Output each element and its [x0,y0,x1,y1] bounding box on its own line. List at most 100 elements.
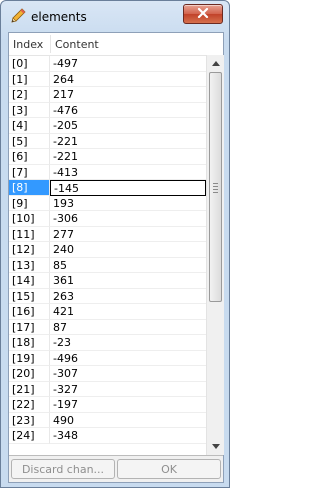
table-row[interactable]: [17] 87 [9,319,206,335]
row-value-cell[interactable]: 277 [50,227,206,242]
row-value-cell[interactable]: -307 [50,366,206,382]
table-row[interactable]: [12] 240 [9,242,206,258]
table-row[interactable]: [6] -221 [9,149,206,165]
row-index-cell[interactable]: [8] [9,180,50,196]
row-index-cell[interactable]: [7] [9,164,50,180]
chevron-up-icon [211,59,220,68]
row-index-cell[interactable]: [17] [9,319,50,335]
thumb-grip [213,186,218,187]
row-index-cell[interactable]: [24] [9,428,50,444]
row-index-cell[interactable]: [0] [9,56,50,72]
row-index-cell[interactable]: [13] [9,257,50,273]
window-title: elements [31,10,87,24]
row-index-cell[interactable]: [12] [9,242,50,258]
thumb-grip [213,192,218,193]
table-row[interactable]: [14] 361 [9,273,206,289]
row-index-cell[interactable]: [15] [9,288,50,304]
table-body: [0] -497 [1] 264 [2] 217 [3] -476 [4] -205 [5] -221… [9,56,206,444]
row-value-cell[interactable]: 217 [50,87,206,103]
table-row[interactable]: [3] -476 [9,102,206,118]
table-row[interactable]: [9] 193 [9,195,206,211]
table-row[interactable]: [11] 277 [9,226,206,242]
row-index-cell[interactable]: [23] [9,412,50,428]
row-index-cell[interactable]: [18] [9,335,50,351]
table-row[interactable]: [4] -205 [9,118,206,134]
row-index-cell[interactable]: [19] [9,350,50,366]
row-index-cell[interactable]: [21] [9,381,50,397]
column-separator[interactable] [50,35,51,53]
table-row[interactable]: [16] 421 [9,304,206,320]
row-value-cell[interactable]: -205 [50,118,206,134]
row-value-cell[interactable]: -497 [50,56,206,72]
row-value-cell[interactable]: -23 [50,335,206,351]
table-row[interactable]: [1] 264 [9,71,206,87]
row-index-cell[interactable]: [16] [9,304,50,320]
pencil-icon [9,7,27,25]
table-row[interactable]: [10] -306 [9,211,206,227]
table-row[interactable]: [8] -145 [9,180,206,196]
table-row[interactable]: [18] -23 [9,335,206,351]
column-header-index[interactable]: Index [13,33,43,55]
thumb-grip [213,189,218,190]
table-row[interactable]: [23] 490 [9,412,206,428]
table-row[interactable]: [2] 217 [9,87,206,103]
table-row[interactable]: [22] -197 [9,397,206,413]
dialog-client-area: Index Content [0] -497 [1] 264 [2] 217 [3] -476… [8,32,224,483]
row-index-cell[interactable]: [14] [9,273,50,289]
table-row[interactable]: [19] -496 [9,350,206,366]
row-index-cell[interactable]: [6] [9,149,50,165]
row-value-cell[interactable]: 193 [50,196,206,211]
table-row[interactable]: [15] 263 [9,288,206,304]
row-value-cell[interactable]: -197 [50,397,206,413]
table-row[interactable]: [21] -327 [9,381,206,397]
row-value-cell[interactable]: 85 [50,258,206,273]
scroll-down-button[interactable] [207,438,224,455]
row-value-cell[interactable]: 490 [50,413,206,428]
table-row[interactable]: [5] -221 [9,133,206,149]
row-value-cell[interactable]: -496 [50,351,206,366]
row-index-cell[interactable]: [11] [9,226,50,242]
chevron-down-icon [211,442,220,451]
row-value-cell[interactable]: 240 [50,242,206,258]
discard-changes-button[interactable]: Discard chan... [11,459,115,479]
row-value-cell[interactable]: -221 [50,134,206,149]
row-value-cell[interactable]: -221 [50,149,206,165]
table-header: Index Content [9,33,206,56]
table-row[interactable]: [7] -413 [9,164,206,180]
row-index-cell[interactable]: [10] [9,211,50,227]
close-icon [197,7,209,21]
row-index-cell[interactable]: [1] [9,71,50,87]
row-value-cell[interactable]: -145 [50,180,206,196]
row-value-cell[interactable]: -348 [50,428,206,444]
row-value-cell[interactable]: 87 [50,320,206,335]
dialog-footer: Discard chan... OK [9,456,223,482]
scroll-up-button[interactable] [207,55,224,72]
close-button[interactable] [183,4,223,24]
row-value-cell[interactable]: 421 [50,304,206,320]
row-index-cell[interactable]: [9] [9,195,50,211]
row-value-cell[interactable]: -413 [50,165,206,180]
vertical-scrollbar[interactable] [206,55,224,455]
table-row[interactable]: [20] -307 [9,366,206,382]
column-header-content[interactable]: Content [55,33,99,55]
table-row[interactable]: [0] -497 [9,56,206,72]
elements-window: elements Index Content [0] -497 [1] 264 [2] 2… [0,0,230,488]
row-index-cell[interactable]: [2] [9,87,50,103]
title-bar[interactable]: elements [1,1,229,31]
row-index-cell[interactable]: [4] [9,118,50,134]
ok-button[interactable]: OK [117,459,221,479]
row-index-cell[interactable]: [22] [9,397,50,413]
row-index-cell[interactable]: [20] [9,366,50,382]
row-value-cell[interactable]: 361 [50,273,206,289]
row-value-cell[interactable]: -476 [50,103,206,118]
table-row[interactable]: [13] 85 [9,257,206,273]
elements-table: Index Content [0] -497 [1] 264 [2] 217 [3] -476… [9,33,224,456]
scrollbar-thumb[interactable] [209,72,222,302]
row-value-cell[interactable]: -306 [50,211,206,227]
row-value-cell[interactable]: 263 [50,289,206,304]
table-row[interactable]: [24] -348 [9,428,206,444]
row-value-cell[interactable]: 264 [50,72,206,87]
row-index-cell[interactable]: [3] [9,102,50,118]
row-value-cell[interactable]: -327 [50,382,206,397]
row-index-cell[interactable]: [5] [9,133,50,149]
